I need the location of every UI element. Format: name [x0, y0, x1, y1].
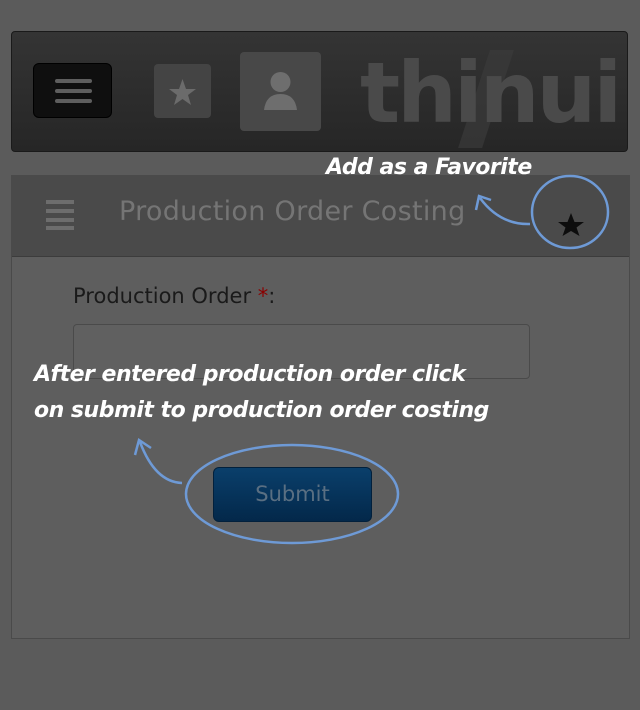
- menu-button[interactable]: [33, 63, 112, 118]
- submit-button[interactable]: Submit: [213, 467, 372, 522]
- app-header: thinui: [11, 31, 628, 152]
- favorites-button[interactable]: [154, 64, 211, 118]
- app-logo: thinui: [360, 44, 622, 142]
- page-header: Production Order Costing: [12, 176, 629, 257]
- submit-annotation-line2: on submit to production order costing: [34, 398, 489, 423]
- submit-annotation-line1: After entered production order click: [34, 362, 466, 387]
- hamburger-line: [55, 89, 92, 93]
- profile-button[interactable]: [240, 52, 321, 131]
- star-icon: [169, 79, 196, 105]
- hamburger-icon: [55, 79, 92, 83]
- add-favorite-button[interactable]: [544, 191, 604, 251]
- list-icon[interactable]: [46, 200, 74, 230]
- label-text: Production Order: [73, 284, 258, 308]
- favorite-annotation: Add as a Favorite: [326, 155, 532, 180]
- hamburger-line: [55, 99, 92, 103]
- required-marker: *: [257, 284, 269, 308]
- label-colon: :: [268, 284, 276, 308]
- production-order-label: Production Order *:: [73, 284, 275, 308]
- user-icon: [264, 72, 297, 110]
- star-icon: [558, 213, 584, 236]
- page-title: Production Order Costing: [119, 196, 466, 227]
